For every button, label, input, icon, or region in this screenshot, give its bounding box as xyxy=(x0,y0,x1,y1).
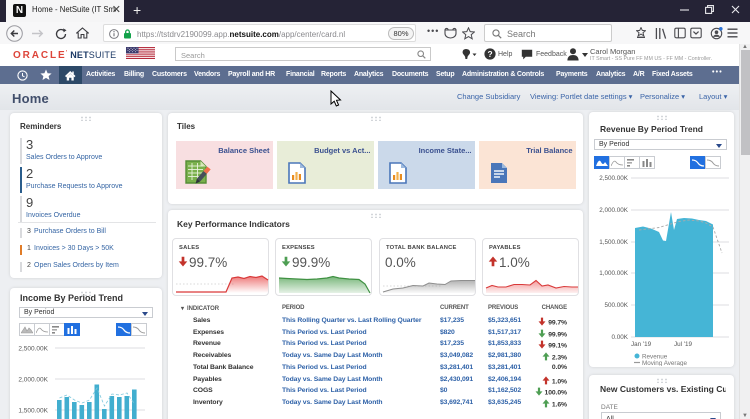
svg-text:2,500.00K: 2,500.00K xyxy=(18,346,48,353)
svg-text:500.00K: 500.00K xyxy=(605,302,629,309)
svg-text:1,000.00K: 1,000.00K xyxy=(599,270,629,277)
svg-text:2,000.00K: 2,000.00K xyxy=(18,377,48,384)
svg-text:2,500.00K: 2,500.00K xyxy=(599,175,629,182)
svg-text:0.00K: 0.00K xyxy=(612,334,629,341)
svg-text:1,500.00K: 1,500.00K xyxy=(599,239,629,246)
svg-text:Moving Average: Moving Average xyxy=(642,360,688,366)
svg-text:Jul '19: Jul '19 xyxy=(674,341,693,348)
svg-text:2,000.00K: 2,000.00K xyxy=(599,207,629,214)
svg-text:1,500.00K: 1,500.00K xyxy=(18,408,48,415)
svg-text:?: ? xyxy=(487,49,492,59)
svg-text:Jan '19: Jan '19 xyxy=(631,341,652,348)
